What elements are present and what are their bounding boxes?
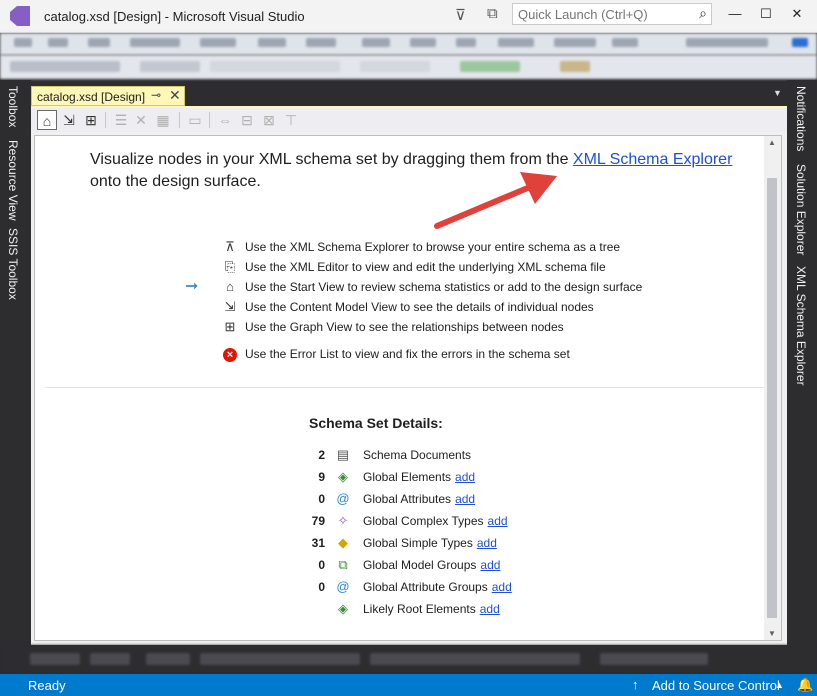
add-global-elements-link[interactable]: add — [455, 470, 475, 484]
ssis-toolbox-tab[interactable]: SSIS Toolbox — [6, 228, 20, 300]
detail-row: 0 ⧉ Global Model Groups add — [318, 557, 501, 572]
divider — [45, 387, 765, 388]
status-bar: Ready ↑ Add to Source Control ▲ 🔔 — [0, 674, 817, 696]
callout-arrow — [434, 172, 557, 229]
scroll-thumb[interactable] — [767, 178, 777, 618]
remove-icon[interactable]: ✕ — [131, 110, 151, 130]
help-item-xml-editor: ⎘ Use the XML Editor to view and edit the… — [221, 259, 606, 275]
add-complex-types-link[interactable]: add — [488, 514, 508, 528]
scroll-up-icon[interactable]: ▲ — [768, 138, 776, 147]
solution-explorer-tab[interactable]: Solution Explorer — [794, 164, 808, 255]
caret-up-icon[interactable]: ▲ — [775, 680, 784, 690]
help-item-start-view: ⌂ Use the Start View to review schema sta… — [221, 279, 642, 294]
filter-icon[interactable]: ⊤ — [281, 110, 301, 130]
expand-icon[interactable]: ▭ — [185, 110, 205, 130]
start-view-content: Visualize nodes in your XML schema set b… — [35, 136, 765, 640]
add-simple-types-link[interactable]: add — [477, 536, 497, 550]
attribute-groups-icon: @ — [336, 579, 350, 594]
complex-types-icon: ✧ — [337, 513, 349, 528]
detail-row: 9 ◈ Global Elements add — [318, 469, 476, 484]
designer-toolbar: ⌂ ⇲ ⊞ ☰ ✕ ▦ ▭ ⇔ ⊟ ⊠ ⊤ — [31, 108, 787, 132]
pin-icon[interactable]: ⊸ — [151, 88, 161, 102]
status-text: Ready — [28, 678, 66, 693]
bottom-tool-tabs — [0, 645, 817, 674]
toolbox-tab[interactable]: Toolbox — [6, 86, 20, 127]
schema-explorer-icon: ⊼ — [225, 239, 235, 254]
model-groups-icon: ⧉ — [338, 557, 348, 572]
quick-launch-input[interactable] — [513, 4, 688, 22]
vs-logo-icon[interactable] — [10, 6, 30, 26]
document-tab[interactable]: catalog.xsd [Design] ⊸ ✕ — [31, 86, 185, 106]
left-tool-rail: Toolbox Resource View SSIS Toolbox — [0, 80, 31, 645]
close-button[interactable]: ✕ — [782, 3, 812, 25]
add-model-groups-link[interactable]: add — [480, 558, 500, 572]
document-tab-label: catalog.xsd [Design] — [37, 90, 146, 104]
root-elements-icon: ◈ — [338, 601, 348, 616]
add-global-attributes-link[interactable]: add — [455, 492, 475, 506]
pointer-arrow-icon: ➞ — [185, 278, 199, 295]
graph-view-icon[interactable]: ⊞ — [81, 110, 101, 130]
detail-row: 0 @ Global Attribute Groups add — [318, 579, 512, 594]
add-icon[interactable]: ☰ — [111, 110, 131, 130]
menu-bar — [0, 33, 817, 55]
xml-schema-explorer-link[interactable]: XML Schema Explorer — [573, 151, 732, 168]
maximize-button[interactable]: ☐ — [751, 3, 781, 25]
intro-text: Visualize nodes in your XML schema set b… — [90, 151, 733, 190]
simple-types-icon: ◆ — [338, 535, 348, 550]
filter-icon[interactable]: ⊽ — [455, 6, 466, 24]
detail-row: 31 ◆ Global Simple Types add — [311, 535, 497, 550]
scroll-down-icon[interactable]: ▼ — [768, 629, 776, 638]
right-tool-rail: Notifications Solution Explorer XML Sche… — [787, 80, 817, 645]
add-attribute-groups-link[interactable]: add — [492, 580, 512, 594]
tab-dropdown-icon[interactable]: ▼ — [773, 88, 782, 98]
vertical-scrollbar[interactable]: ▲ ▼ — [764, 136, 781, 640]
notifications-tab[interactable]: Notifications — [794, 86, 808, 151]
arrow-up-icon: ↑ — [632, 677, 639, 692]
content-model-view-icon[interactable]: ⇲ — [59, 110, 79, 130]
detail-row: 2 ▤ Schema Documents — [318, 447, 472, 462]
schema-set-details-title: Schema Set Details: — [309, 415, 443, 431]
search-icon[interactable]: ⌕ — [699, 5, 707, 22]
quick-launch-box[interactable]: ⌕ — [512, 3, 712, 25]
title-bar: catalog.xsd [Design] - Microsoft Visual … — [0, 0, 817, 33]
start-view-icon[interactable]: ⌂ — [37, 110, 57, 130]
error-icon: × — [223, 347, 237, 362]
clear-icon[interactable]: ▦ — [153, 110, 173, 130]
resource-view-tab[interactable]: Resource View — [6, 140, 20, 220]
global-elements-icon: ◈ — [338, 469, 348, 484]
standard-toolbar — [0, 55, 817, 79]
layout-icon[interactable]: ⊠ — [259, 110, 279, 130]
help-item-content-model-view: ⇲ Use the Content Model View to see the d… — [221, 299, 594, 315]
add-root-elements-link[interactable]: add — [480, 602, 500, 616]
xsd-designer: ⌂ ⇲ ⊞ ☰ ✕ ▦ ▭ ⇔ ⊟ ⊠ ⊤ Visualize nodes in… — [31, 106, 787, 645]
design-surface[interactable]: Visualize nodes in your XML schema set b… — [34, 135, 782, 641]
detail-row: 0 @ Global Attributes add — [318, 491, 476, 506]
help-item-graph-view: ⊞ Use the Graph View to see the relations… — [221, 319, 564, 335]
xml-schema-explorer-tab[interactable]: XML Schema Explorer — [794, 266, 808, 386]
window-title: catalog.xsd [Design] - Microsoft Visual … — [44, 9, 305, 24]
content-model-view-icon: ⇲ — [224, 299, 236, 314]
detail-row: 79 ✧ Global Complex Types add — [311, 513, 508, 528]
feedback-icon[interactable]: ⧉ — [487, 5, 498, 22]
notification-bell-icon[interactable]: 🔔 — [797, 677, 813, 693]
add-to-source-control-button[interactable]: Add to Source Control — [652, 678, 780, 693]
detail-row: ◈ Likely Root Elements add — [295, 601, 500, 621]
xml-editor-icon: ⎘ — [224, 259, 236, 274]
start-view-icon: ⌂ — [226, 279, 234, 294]
graph-view-icon: ⊞ — [224, 319, 236, 334]
minimize-button[interactable]: — — [720, 3, 750, 25]
schema-documents-icon: ▤ — [336, 447, 350, 462]
global-attributes-icon: @ — [336, 491, 350, 506]
help-item-schema-explorer: ⊼ Use the XML Schema Explorer to browse y… — [221, 239, 620, 255]
diagram-icon[interactable]: ⊟ — [237, 110, 257, 130]
help-item-error-list: × Use the Error List to view and fix the … — [221, 347, 570, 362]
collapse-icon[interactable]: ⇔ — [215, 110, 235, 130]
tab-close-icon[interactable]: ✕ — [169, 87, 181, 104]
